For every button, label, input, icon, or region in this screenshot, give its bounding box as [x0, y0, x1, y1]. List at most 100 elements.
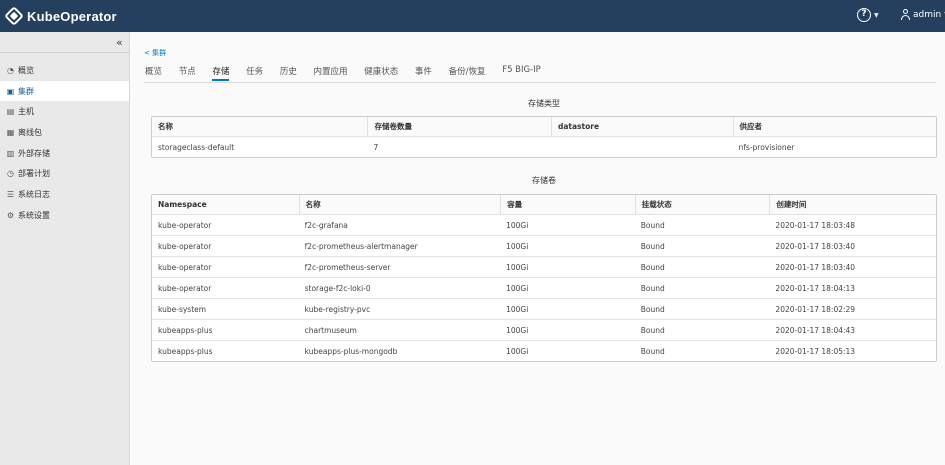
sidebar-item[interactable]: ▦ 离线包	[0, 122, 129, 143]
table-cell: 100Gi	[506, 346, 529, 356]
list-icon: ☰	[6, 189, 15, 199]
sidebar-item-label: 系统日志	[18, 189, 50, 199]
package-icon: ▦	[6, 127, 15, 137]
table-cell: storageclass-default	[158, 142, 235, 152]
sidebar-item-label: 概览	[18, 65, 34, 75]
column-header[interactable]: 名称	[298, 195, 500, 214]
column-header[interactable]: 名称	[152, 117, 367, 136]
sidebar-item[interactable]: ▥ 外部存储	[0, 143, 129, 164]
table-cell: f2c-prometheus-server	[304, 262, 391, 272]
sidebar-item-label: 集群	[18, 86, 34, 96]
table-cell: kubeapps-plus	[158, 325, 213, 335]
column-header[interactable]: 创建时间	[769, 195, 936, 214]
table-row[interactable]: kubeapps-plus kubeapps-plus-mongodb 100Gi B…	[152, 340, 936, 361]
table-cell: Bound	[640, 283, 665, 293]
table-cell: nfs-provisioner	[738, 142, 795, 152]
table-cell: 2020-01-17 18:03:48	[775, 220, 856, 230]
sidebar-item-label: 外部存储	[18, 148, 50, 158]
kubeoperator-logo-icon	[4, 6, 24, 26]
storage-class-table: 名称 存储卷数量 datastore 供应者 storageclass-default 7…	[151, 116, 937, 158]
tabs-divider	[144, 82, 936, 83]
table-cell: 100Gi	[506, 262, 529, 272]
table-row[interactable]: kubeapps-plus chartmuseum 100Gi Bound 2020-0…	[152, 319, 936, 340]
table-row[interactable]: kube-operator f2c-grafana 100Gi Bound 2020-0…	[152, 214, 936, 235]
table-header-row: Namespace 名称 容量 挂载状态 创建时间	[152, 195, 936, 214]
table-cell: kubeapps-plus	[158, 346, 213, 356]
sidebar-item-label: 离线包	[18, 127, 42, 137]
table-cell: 2020-01-17 18:04:13	[775, 283, 856, 293]
table-cell: 100Gi	[506, 241, 529, 251]
tab[interactable]: 节点	[179, 65, 196, 81]
storage-icon: ▥	[6, 148, 15, 158]
sidebar-item-label: 部署计划	[18, 169, 50, 179]
table-cell: 2020-01-17 18:04:43	[775, 325, 856, 335]
table-cell	[551, 137, 733, 157]
tab[interactable]: 健康状态	[364, 65, 398, 81]
user-menu[interactable]: admin ▼	[900, 9, 945, 20]
cluster-icon: ▣	[6, 86, 15, 96]
sidebar-divider	[0, 52, 129, 53]
collapse-sidebar-icon[interactable]: «	[116, 36, 123, 49]
table-cell: 2020-01-17 18:05:13	[775, 346, 856, 356]
column-header[interactable]: 挂载状态	[634, 195, 770, 214]
main-content: < 集群 概览 节点 存储 任务 历史 内置应用 健康状态 事件 备份/恢复 F5 BIG-IP …	[131, 32, 945, 465]
sidebar-item[interactable]: ◔ 概览	[0, 60, 129, 81]
table-cell: 100Gi	[506, 304, 529, 314]
table-cell: kube-registry-pvc	[304, 304, 371, 314]
user-icon	[900, 9, 911, 20]
table-cell: kube-operator	[158, 262, 212, 272]
column-header[interactable]: 容量	[500, 195, 635, 214]
table-header-row: 名称 存储卷数量 datastore 供应者	[152, 117, 936, 136]
table-cell: Bound	[640, 262, 665, 272]
table-cell: kube-operator	[158, 220, 212, 230]
sidebar-item[interactable]: ⚙ 系统设置	[0, 205, 129, 226]
volumes-table: Namespace 名称 容量 挂载状态 创建时间 kube-operator f2c-gr…	[151, 194, 937, 362]
table-cell: 7	[373, 142, 379, 152]
table-cell: kubeapps-plus-mongodb	[304, 346, 398, 356]
tab[interactable]: 备份/恢复	[449, 65, 486, 81]
breadcrumb-back-link[interactable]: < 集群	[144, 48, 166, 58]
tab[interactable]: 任务	[246, 65, 263, 81]
table-cell: 100Gi	[506, 325, 529, 335]
help-menu[interactable]: ? ▼	[857, 8, 879, 22]
tab[interactable]: F5 BIG-IP	[502, 65, 541, 81]
tab[interactable]: 历史	[280, 65, 297, 81]
sidebar-item[interactable]: ◷ 部署计划	[0, 163, 129, 184]
tab[interactable]: 事件	[415, 65, 432, 81]
table-cell: f2c-grafana	[304, 220, 348, 230]
table-row[interactable]: kube-operator f2c-prometheus-server 100Gi B…	[152, 256, 936, 277]
table-row[interactable]: kube-operator storage-f2c-loki-0 100Gi Boun…	[152, 277, 936, 298]
table-row[interactable]: storageclass-default 7 nfs-provisioner	[152, 136, 936, 157]
column-header[interactable]: 存储卷数量	[367, 117, 551, 136]
chevron-down-icon: ▼	[874, 11, 879, 19]
table-cell: Bound	[640, 304, 665, 314]
sidebar-item[interactable]: ▣ 集群	[0, 80, 129, 102]
table-cell: 2020-01-17 18:03:40	[775, 241, 856, 251]
table-cell: Bound	[640, 241, 665, 251]
cluster-tabs: 概览 节点 存储 任务 历史 内置应用 健康状态 事件 备份/恢复 F5 BIG-IP	[145, 65, 558, 81]
table-cell: 2020-01-17 18:03:40	[775, 262, 856, 272]
user-name: admin	[913, 9, 942, 20]
table-row[interactable]: kube-operator f2c-prometheus-alertmanager…	[152, 235, 936, 256]
dashboard-icon: ◔	[7, 65, 14, 75]
storage-class-title: 存储类型	[528, 99, 560, 108]
table-cell: storage-f2c-loki-0	[304, 283, 371, 293]
host-icon: ▤	[6, 107, 15, 117]
column-header[interactable]: 供应者	[732, 117, 936, 136]
tab[interactable]: 内置应用	[314, 65, 348, 81]
tab[interactable]: 概览	[145, 65, 162, 81]
column-header[interactable]: datastore	[550, 117, 733, 136]
sidebar-item[interactable]: ▤ 主机	[0, 101, 129, 122]
clock-icon: ◷	[7, 169, 14, 179]
app-title: KubeOperator	[27, 8, 117, 24]
column-header[interactable]: Namespace	[152, 195, 299, 214]
table-cell: 100Gi	[506, 220, 529, 230]
table-row[interactable]: kube-system kube-registry-pvc 100Gi Bound 20…	[152, 298, 936, 319]
app-logo[interactable]: KubeOperator	[4, 6, 117, 26]
tab[interactable]: 存储	[212, 65, 230, 81]
table-cell: Bound	[640, 325, 665, 335]
table-cell: chartmuseum	[304, 325, 357, 335]
sidebar-item[interactable]: ☰ 系统日志	[0, 184, 129, 205]
top-header: KubeOperator ? ▼ admin ▼	[0, 0, 945, 32]
volumes-title: 存储卷	[532, 176, 556, 185]
